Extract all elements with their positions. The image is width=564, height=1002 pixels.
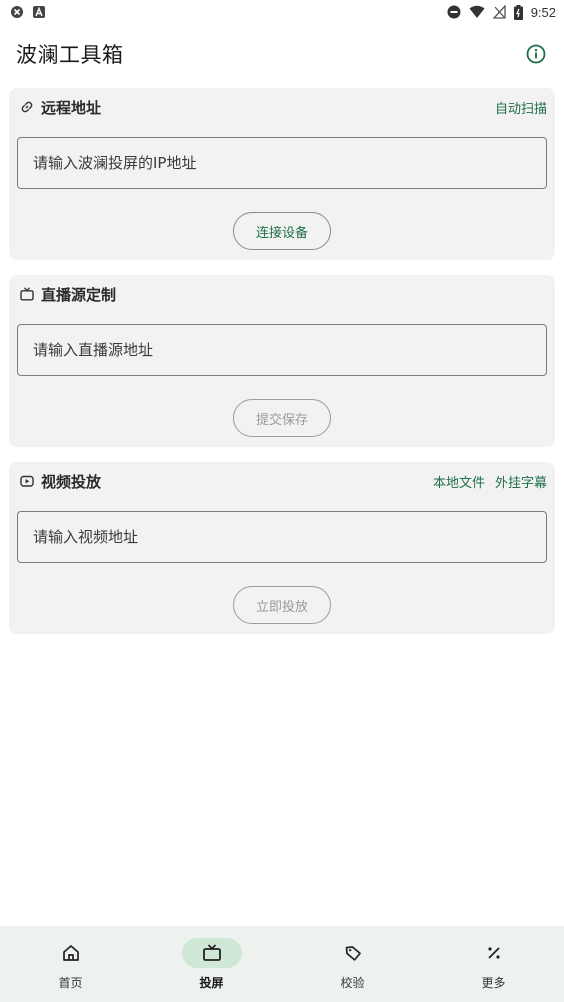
live-source-input[interactable] xyxy=(17,324,547,376)
submit-save-button[interactable]: 提交保存 xyxy=(233,399,331,437)
percent-icon xyxy=(487,947,500,959)
tag-icon xyxy=(345,946,361,961)
live-source-card: 直播源定制 提交保存 xyxy=(9,275,555,447)
no-signal-icon xyxy=(492,5,506,19)
remote-address-header: 远程地址 自动扫描 xyxy=(9,88,555,126)
battery-icon xyxy=(513,4,523,20)
nav-item-more[interactable]: 更多 xyxy=(423,926,564,1002)
info-icon xyxy=(526,44,546,64)
shield-icon xyxy=(10,5,24,19)
local-file-link[interactable]: 本地文件 xyxy=(433,472,485,491)
home-icon xyxy=(62,945,79,961)
tv-icon xyxy=(19,286,35,302)
video-address-input[interactable] xyxy=(17,511,547,563)
remote-address-title: 远程地址 xyxy=(41,98,102,117)
bottom-nav: 首页 投屏 校验 更多 xyxy=(0,926,564,1002)
nav-item-verify[interactable]: 校验 xyxy=(282,926,423,1002)
nav-item-cast[interactable]: 投屏 xyxy=(141,926,282,1002)
cast-now-button[interactable]: 立即投放 xyxy=(233,586,331,624)
external-subtitle-link[interactable]: 外挂字幕 xyxy=(495,472,547,491)
nav-label-verify: 校验 xyxy=(340,976,365,990)
video-cast-card: 视频投放 本地文件 外挂字幕 立即投放 xyxy=(9,462,555,634)
nav-label-cast: 投屏 xyxy=(199,976,224,990)
live-source-title: 直播源定制 xyxy=(41,285,117,304)
status-time: 9:52 xyxy=(530,4,556,20)
tv-icon xyxy=(202,944,221,961)
play-icon xyxy=(19,473,35,489)
live-source-header: 直播源定制 xyxy=(9,275,555,313)
page-title: 波澜工具箱 xyxy=(16,43,124,67)
status-bar-right: 9:52 xyxy=(447,4,556,20)
video-cast-title: 视频投放 xyxy=(41,472,102,491)
nav-item-home[interactable]: 首页 xyxy=(0,926,141,1002)
video-cast-header: 视频投放 本地文件 外挂字幕 xyxy=(9,462,555,500)
wifi-icon xyxy=(469,5,485,19)
auto-scan-link[interactable]: 自动扫描 xyxy=(495,98,547,117)
a-icon xyxy=(32,5,46,19)
nav-label-home: 首页 xyxy=(58,976,83,990)
nav-label-more: 更多 xyxy=(481,976,506,990)
connect-device-button[interactable]: 连接设备 xyxy=(233,212,331,250)
info-button[interactable] xyxy=(523,41,549,67)
link-icon xyxy=(19,99,35,115)
status-bar: 9:52 xyxy=(0,0,564,24)
remote-address-card: 远程地址 自动扫描 连接设备 xyxy=(9,88,555,260)
do-not-disturb-icon xyxy=(447,5,461,19)
ip-address-input[interactable] xyxy=(17,137,547,189)
status-bar-left xyxy=(10,5,46,19)
app-bar: 波澜工具箱 xyxy=(0,28,564,80)
